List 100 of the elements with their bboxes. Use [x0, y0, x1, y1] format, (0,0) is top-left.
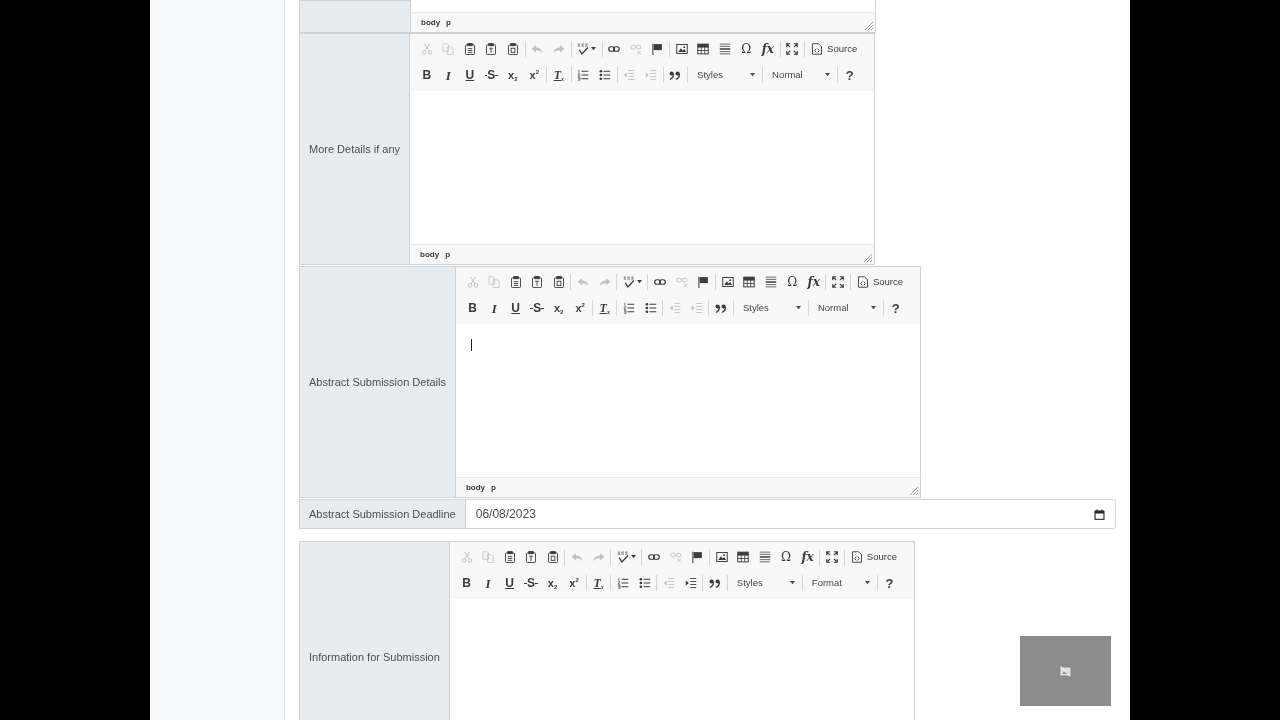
maximize-icon — [826, 551, 839, 563]
remove-format-button[interactable]: T$_{x}$ — [587, 572, 610, 594]
link-icon — [648, 551, 661, 563]
superscript-button[interactable]: x$^{2}$ — [563, 572, 585, 594]
clipboard-icon — [485, 43, 498, 55]
element-path-link[interactable]: p — [488, 483, 499, 492]
resize-grip-icon[interactable] — [909, 487, 918, 495]
bold-button[interactable]: B — [455, 572, 478, 594]
field-label: Abstract Submission Deadline — [299, 499, 465, 529]
subscript-button[interactable]: x$_{2}$ — [502, 64, 524, 86]
strikethrough-button[interactable]: S — [520, 572, 542, 594]
numbered-list-icon — [577, 69, 590, 81]
horizontal-line-icon — [764, 276, 777, 288]
element-path-link[interactable]: body — [462, 483, 489, 492]
bulleted-list-icon — [644, 302, 657, 314]
unlink-icon — [669, 551, 682, 563]
special-character-button[interactable]: Ω — [735, 38, 758, 60]
table-icon — [697, 43, 710, 55]
field-label: More Details if any — [299, 33, 410, 265]
subscript-button[interactable]: x$_{2}$ — [541, 572, 564, 594]
indent-icon — [690, 302, 703, 314]
scissors-icon — [466, 276, 479, 288]
italic-button[interactable]: I — [483, 297, 505, 319]
formula-button[interactable]: fx — [757, 38, 779, 60]
bold-button[interactable]: B — [416, 64, 438, 86]
outdent-icon — [669, 302, 682, 314]
redo-icon — [598, 276, 611, 288]
source-button[interactable]: Source — [851, 271, 909, 293]
document-icon — [856, 276, 869, 288]
special-character-button[interactable]: Ω — [775, 546, 797, 568]
clipboard-icon — [552, 276, 565, 288]
clipboard-icon — [503, 551, 516, 563]
clipboard-icon — [525, 551, 538, 563]
undo-icon — [571, 551, 584, 563]
spellcheck-icon — [622, 276, 635, 288]
subscript-button[interactable]: x$_{2}$ — [547, 297, 570, 319]
quote-icon — [715, 302, 728, 314]
source-button[interactable]: Source — [806, 38, 863, 60]
caret-icon — [870, 306, 876, 310]
superscript-button[interactable]: x$^{2}$ — [569, 297, 591, 319]
date-field[interactable]: 06/08/2023 — [464, 499, 1116, 529]
text-cursor — [470, 339, 472, 351]
formula-button[interactable]: fx — [796, 546, 819, 568]
superscript-button[interactable]: x$^{2}$ — [523, 64, 546, 86]
help-button[interactable]: ? — [878, 572, 901, 594]
scissors-icon — [460, 551, 473, 563]
toolbar-dropdown[interactable]: Normal — [809, 297, 882, 319]
element-path-link[interactable]: p — [443, 18, 454, 27]
bold-button[interactable]: B — [461, 297, 484, 319]
copy-icon — [488, 276, 501, 288]
italic-button[interactable]: I — [477, 572, 499, 594]
toolbar-dropdown[interactable]: Normal — [764, 64, 837, 86]
maximize-icon — [786, 43, 799, 55]
element-path-link[interactable]: body — [417, 250, 443, 259]
redo-icon — [552, 43, 565, 55]
resize-grip-icon[interactable] — [865, 22, 873, 30]
caret-icon — [795, 306, 801, 310]
caret-icon — [630, 555, 636, 559]
flag-icon — [691, 551, 704, 563]
field-label: Abstract Submission Details — [299, 266, 455, 498]
toolbar-dropdown[interactable]: Styles — [734, 297, 807, 319]
redo-icon — [592, 551, 605, 563]
quote-icon — [669, 69, 682, 81]
toolbar-dropdown[interactable]: Styles — [689, 64, 762, 86]
spellcheck-icon — [577, 43, 590, 55]
caret-icon — [825, 73, 831, 77]
outdent-icon — [623, 69, 636, 81]
underline-button[interactable]: U — [504, 297, 527, 319]
clipboard-icon — [546, 551, 559, 563]
caret-icon — [864, 581, 870, 585]
resize-grip-icon[interactable] — [864, 254, 873, 262]
image-icon — [721, 276, 734, 288]
quote-icon — [709, 577, 722, 589]
strikethrough-button[interactable]: S — [480, 64, 503, 86]
remove-format-button[interactable]: T$_{x}$ — [593, 297, 616, 319]
table-icon — [743, 276, 756, 288]
help-button[interactable]: ? — [839, 64, 861, 86]
calendar-icon[interactable] — [1094, 508, 1105, 520]
image-icon — [675, 43, 688, 55]
special-character-button[interactable]: Ω — [781, 271, 803, 293]
strikethrough-button[interactable]: S — [526, 297, 548, 319]
source-button[interactable]: Source — [845, 546, 902, 568]
copy-icon — [482, 551, 495, 563]
field-label: Information for Submission — [299, 541, 449, 720]
undo-icon — [531, 43, 544, 55]
bulleted-list-icon — [598, 69, 611, 81]
italic-button[interactable]: I — [437, 64, 460, 86]
element-path-link[interactable]: p — [442, 250, 454, 259]
table-icon — [737, 551, 750, 563]
crossed-image-icon — [1060, 665, 1071, 677]
toolbar-dropdown[interactable]: Format — [803, 572, 876, 594]
bulleted-list-icon — [638, 577, 651, 589]
document-icon — [850, 551, 863, 563]
help-button[interactable]: ? — [884, 297, 907, 319]
element-path-link[interactable]: body — [418, 18, 444, 27]
toolbar-dropdown[interactable]: Styles — [728, 572, 801, 594]
remove-format-button[interactable]: T$_{x}$ — [548, 64, 570, 86]
formula-button[interactable]: fx — [802, 271, 825, 293]
underline-button[interactable]: U — [459, 64, 481, 86]
underline-button[interactable]: U — [498, 572, 521, 594]
